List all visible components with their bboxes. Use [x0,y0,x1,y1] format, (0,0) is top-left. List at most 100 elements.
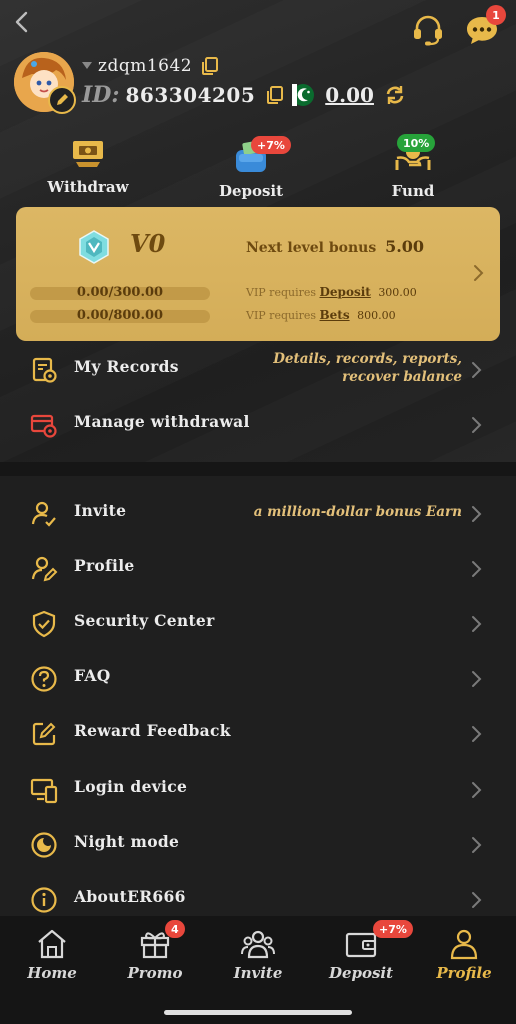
menu-item-faq[interactable]: FAQ [0,651,516,706]
info-circle-icon [30,886,58,914]
vip-level: V0 [130,229,166,258]
withdraw-label: Withdraw [47,178,129,196]
messages-button[interactable]: 1 [464,5,506,48]
deposit-req-link[interactable]: Deposit [320,285,371,299]
withdraw-icon [73,141,103,167]
nav-profile[interactable]: Profile [414,928,514,988]
menu-item-reward-feedback[interactable]: Reward Feedback [0,706,516,761]
menu-item-security-center[interactable]: Security Center [0,596,516,651]
section-divider [0,462,516,476]
deposit-progress-text: 0.00/300.00 [76,285,164,300]
manage-withdrawal-row[interactable]: Manage withdrawal [0,397,516,452]
night-mode-label: Night mode [74,832,180,851]
chevron-left-icon [15,11,28,33]
deposit-nav-badge: +7% [373,920,413,938]
menu-item-login-device[interactable]: Login device [0,762,516,817]
chevron-right-icon [472,726,482,742]
bets-requirement: VIP requires Bets 800.00 [246,308,396,322]
devices-icon [30,776,58,804]
username: zdqm1642 [98,56,193,76]
promo-badge: 4 [165,920,185,938]
chevron-right-icon [472,417,482,433]
nav-deposit[interactable]: +7% Deposit [311,920,413,988]
balance: 0.00 [325,83,374,107]
menu-item-night-mode[interactable]: Night mode [0,817,516,872]
refresh-icon[interactable] [384,84,406,106]
pakistan-flag-icon [292,84,315,106]
back-button[interactable] [10,8,34,36]
nav-home-label: Home [27,964,77,982]
bottom-navigation: Home 4 Promo Invite +7% Deposit Profile [0,916,516,1024]
nav-promo[interactable]: 4 Promo [105,920,205,988]
deposit-req-value: 300.00 [378,286,417,299]
fund-label: Fund [391,182,435,200]
manage-withdrawal-icon [30,411,58,439]
deposit-action[interactable]: +7% Deposit [191,136,311,202]
next-level-label: Next level bonus [246,240,377,256]
records-icon [30,356,58,384]
my-records-row[interactable]: My Records Details, records, reports, re… [0,342,516,397]
profile-edit-icon [30,555,58,583]
nav-invite-label: Invite [233,964,283,982]
nav-home[interactable]: Home [2,928,102,988]
headset-icon [414,15,442,46]
deposit-label: Deposit [218,182,284,200]
deposit-bonus-badge: +7% [251,136,291,154]
my-records-hint-line2: recover balance [342,369,462,385]
reward-feedback-label: Reward Feedback [74,721,231,740]
home-indicator [164,1010,352,1015]
bets-req-value: 800.00 [357,309,396,322]
withdraw-action[interactable]: Withdraw [28,138,148,202]
pencil-icon [57,94,68,105]
vip-chevron-right-icon [474,265,484,281]
profile-label: Profile [74,556,135,575]
next-level-value: 5.00 [385,237,425,256]
avatar[interactable] [14,52,76,114]
deposit-progress-bar: 0.00/300.00 [30,285,210,300]
nav-invite[interactable]: Invite [208,928,308,988]
security-center-label: Security Center [74,611,215,630]
nav-promo-label: Promo [127,964,183,982]
question-circle-icon [30,665,58,693]
next-level-bonus: Next level bonus 5.00 [246,237,424,256]
chat-badge: 1 [486,5,506,25]
vip-card[interactable]: V0 Next level bonus 5.00 0.00/300.00 0.0… [16,207,500,341]
copy-icon[interactable] [200,56,220,76]
caret-down-icon [82,62,92,69]
bets-req-link[interactable]: Bets [320,308,350,322]
menu-item-profile[interactable]: Profile [0,541,516,596]
nav-profile-label: Profile [436,964,492,982]
nav-deposit-label: Deposit [328,964,394,982]
bets-progress-bar: 0.00/800.00 [30,308,210,323]
user-id: 863304205 [125,83,256,107]
deposit-requirement: VIP requires Deposit 300.00 [246,285,417,299]
customer-support-button[interactable] [410,12,446,48]
invite-hint: a million-dollar bonus Earn [253,504,462,520]
bets-req-prefix: VIP requires [246,309,317,322]
faq-label: FAQ [74,666,111,685]
my-records-hint: Details, records, reports, recover balan… [273,350,462,386]
invite-label: Invite [74,501,127,520]
menu-item-invite[interactable]: Invite a million-dollar bonus Earn [0,486,516,541]
chevron-right-icon [472,362,482,378]
chevron-right-icon [472,892,482,908]
chevron-right-icon [472,782,482,798]
bets-progress-text: 0.00/800.00 [76,308,164,323]
id-row: ID: 863304205 0.00 [82,80,406,110]
fund-action[interactable]: 10% Fund [353,134,473,202]
avatar-edit-badge[interactable] [48,86,76,114]
login-device-label: Login device [74,777,188,796]
chevron-right-icon [472,671,482,687]
chevron-right-icon [472,561,482,577]
id-label: ID: [82,82,120,108]
username-row: zdqm1642 [82,55,220,77]
manage-withdrawal-label: Manage withdrawal [74,412,250,431]
fund-badge: 10% [397,134,436,152]
chevron-right-icon [472,837,482,853]
shield-check-icon [30,610,58,638]
my-records-hint-line1: Details, records, reports, [273,351,462,367]
vip-gem-icon [76,229,112,265]
my-records-label: My Records [74,357,179,376]
copy-id-icon[interactable] [265,85,285,105]
deposit-req-prefix: VIP requires [246,286,317,299]
